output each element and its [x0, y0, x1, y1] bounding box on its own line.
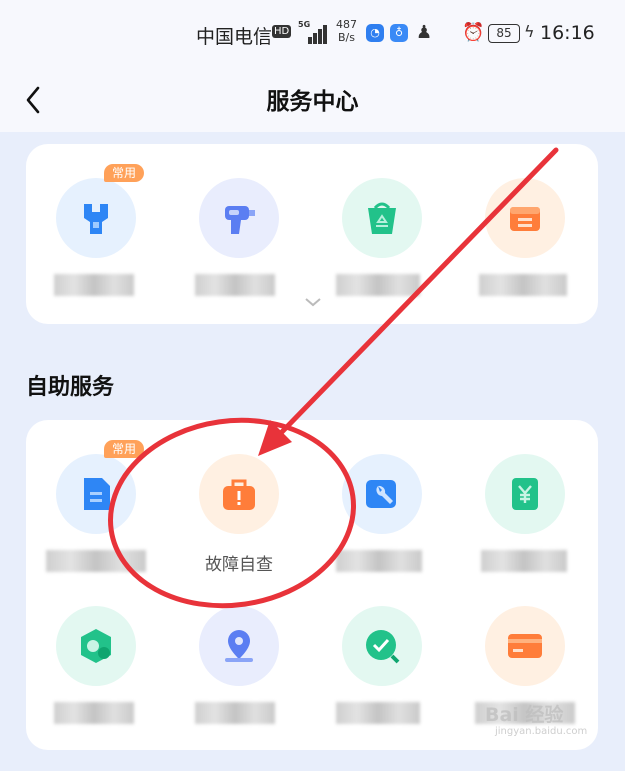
wrench-icon-circle — [56, 178, 136, 258]
self-service-item-3[interactable] — [312, 454, 452, 614]
fault-check-label: 故障自查 — [205, 555, 273, 575]
charging-icon: ϟ — [524, 22, 535, 41]
top-services-card: 常用 — [26, 144, 598, 324]
location-pin-icon — [225, 630, 253, 662]
hd-badge: HD — [272, 25, 292, 38]
qq-icon: ♟ — [416, 22, 433, 43]
card-icon-circle — [485, 606, 565, 686]
drill-icon — [225, 206, 255, 234]
repair-icon — [366, 480, 396, 508]
bulb-notification-icon: ♁ — [390, 24, 408, 42]
box-icon — [510, 207, 540, 231]
blurred-label — [46, 550, 146, 572]
card-icon — [508, 634, 542, 658]
blurred-label — [336, 550, 422, 572]
section-title-self-service: 自助服务 — [26, 375, 115, 400]
recycle-bin-icon — [368, 202, 396, 234]
repair-icon-circle — [342, 454, 422, 534]
signal-icon: 5G — [298, 20, 328, 44]
yuan-icon-circle — [485, 454, 565, 534]
recycle-bin-icon-circle — [342, 178, 422, 258]
blurred-label — [195, 702, 275, 724]
self-service-item-1[interactable]: 常用 — [26, 440, 166, 614]
location-pin-icon-circle — [199, 606, 279, 686]
toolbox-icon — [223, 479, 255, 510]
hex-coin-icon — [81, 629, 111, 663]
toolbox-icon-circle — [199, 454, 279, 534]
blurred-label — [54, 274, 134, 296]
clock-check-icon-circle — [342, 606, 422, 686]
clock-time: 16:16 — [540, 22, 595, 44]
self-service-item-4[interactable] — [455, 454, 595, 614]
document-icon-circle — [56, 454, 136, 534]
status-bar: 中国电信 HD 5G 487 B/s ◔ ♁ ♟ ⏰ 85 ϟ 16:16 — [0, 0, 625, 70]
frequent-badge: 常用 — [104, 440, 144, 458]
box-icon-circle — [485, 178, 565, 258]
hex-coin-icon-circle — [56, 606, 136, 686]
baidu-watermark: Bai 经验 — [485, 704, 564, 726]
nav-bar: 服务中心 — [0, 70, 625, 132]
blurred-label — [336, 274, 420, 296]
network-speed: 487 B/s — [336, 18, 357, 44]
page-title: 服务中心 — [266, 89, 359, 115]
chevron-down-icon[interactable] — [304, 296, 322, 308]
frequent-badge: 常用 — [104, 164, 144, 182]
self-service-item-fault-check[interactable]: 故障自查 — [169, 454, 309, 614]
battery-icon: 85 — [488, 24, 520, 43]
blurred-label — [481, 550, 567, 572]
drill-icon-circle — [199, 178, 279, 258]
service-item-4[interactable] — [455, 178, 595, 338]
self-service-item-7[interactable] — [312, 606, 452, 766]
carrier-name: 中国电信 — [196, 26, 273, 48]
blurred-label — [479, 274, 567, 296]
self-service-item-8[interactable] — [455, 606, 595, 766]
document-icon — [84, 478, 110, 510]
alarm-icon: ⏰ — [462, 22, 485, 43]
clock-check-icon — [366, 630, 400, 664]
service-item-1[interactable]: 常用 — [26, 164, 166, 338]
blurred-label — [195, 274, 275, 296]
service-item-2[interactable] — [169, 178, 309, 338]
blurred-label — [336, 702, 420, 724]
yuan-icon — [512, 478, 538, 510]
self-service-item-5[interactable] — [26, 606, 166, 766]
service-item-3[interactable] — [312, 178, 452, 338]
wrench-icon — [84, 204, 108, 234]
watermark-url: jingyan.baidu.com — [495, 726, 588, 737]
blurred-label — [54, 702, 134, 724]
self-service-item-6[interactable] — [169, 606, 309, 766]
app-notification-icon: ◔ — [366, 24, 384, 42]
